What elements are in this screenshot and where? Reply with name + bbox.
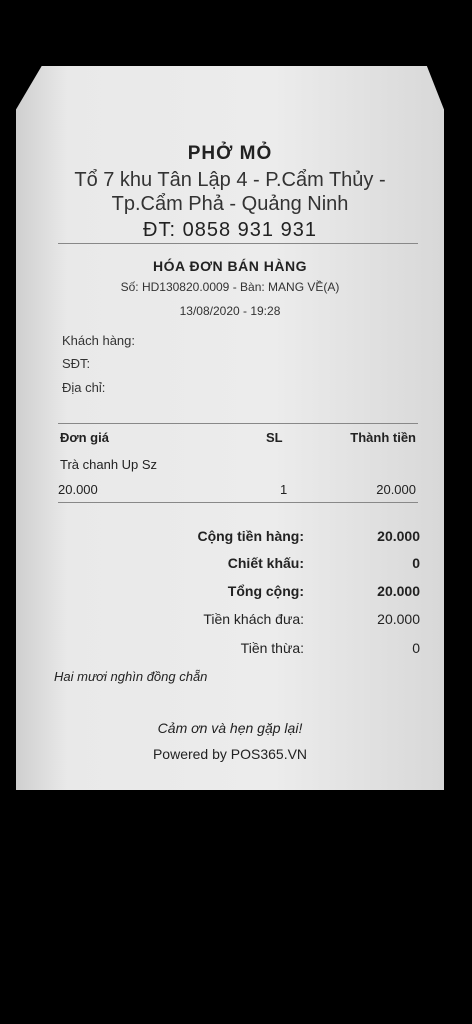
- shop-name: PHỞ MỎ: [187, 143, 273, 164]
- invoice-number: Số: HD130820.0009 - Bàn: MANG VỀ(A): [120, 280, 340, 294]
- paid-label: Tiền khách đưa:: [203, 611, 304, 627]
- item-price: 20.000: [58, 482, 98, 497]
- invoice-title: HÓA ĐƠN BÁN HÀNG: [153, 258, 307, 274]
- invoice-datetime: 13/08/2020 - 19:28: [179, 304, 281, 318]
- item-total: 20.000: [376, 482, 416, 497]
- thank-you-message: Cảm ơn và hẹn gặp lại!: [157, 720, 303, 736]
- powered-by: Powered by POS365.VN: [152, 746, 308, 762]
- change-label: Tiền thừa:: [240, 640, 304, 656]
- change-value: 0: [412, 640, 420, 656]
- shop-address-line2: Tp.Cẩm Phả - Quảng Ninh: [111, 193, 349, 215]
- divider: [58, 502, 418, 503]
- discount-label: Chiết khấu:: [227, 555, 304, 571]
- column-header-total: Thành tiền: [350, 430, 416, 445]
- shop-phone: ĐT: 0858 931 931: [143, 219, 317, 241]
- paid-value: 20.000: [377, 611, 420, 627]
- subtotal-value: 20.000: [377, 528, 420, 544]
- amount-in-words: Hai mươi nghìn đồng chẵn: [54, 669, 208, 684]
- divider: [58, 243, 418, 244]
- discount-value: 0: [412, 555, 420, 571]
- customer-label: Khách hàng:: [62, 333, 136, 348]
- shop-address-line1: Tổ 7 khu Tân Lập 4 - P.Cẩm Thủy -: [74, 169, 386, 191]
- customer-phone-label: SĐT:: [62, 356, 91, 371]
- subtotal-label: Cộng tiền hàng:: [197, 528, 304, 544]
- divider: [58, 423, 418, 424]
- grand-total-label: Tổng cộng:: [227, 583, 304, 599]
- customer-address-label: Địa chỉ:: [62, 380, 106, 395]
- item-qty: 1: [280, 482, 288, 497]
- column-header-qty: SL: [266, 430, 283, 445]
- receipt-paper: PHỞ MỎ Tổ 7 khu Tân Lập 4 - P.Cẩm Thủy -…: [16, 66, 444, 790]
- grand-total-value: 20.000: [377, 583, 420, 599]
- item-name: Trà chanh Up Sz: [60, 457, 158, 472]
- column-header-price: Đơn giá: [60, 430, 109, 445]
